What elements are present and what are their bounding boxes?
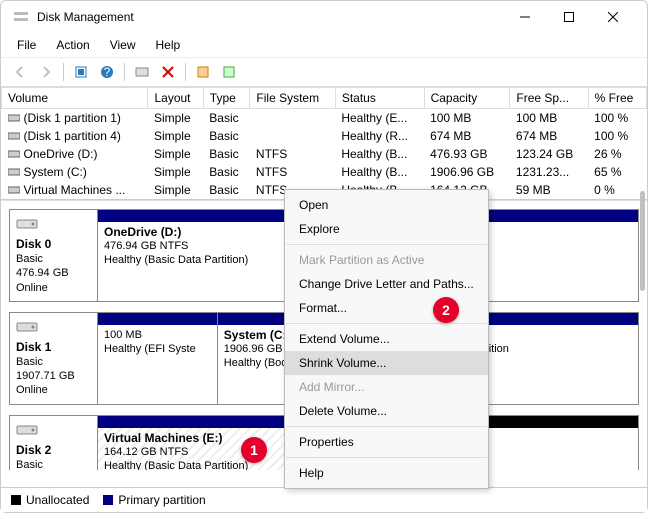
forward-button	[35, 61, 57, 83]
menu-file[interactable]: File	[9, 35, 44, 55]
close-button[interactable]	[591, 2, 635, 32]
menu-help[interactable]: Help	[148, 35, 189, 55]
legend-unallocated-icon	[11, 495, 21, 505]
action-button[interactable]	[218, 61, 240, 83]
context-menu-item[interactable]: Help	[285, 461, 488, 485]
context-menu-item[interactable]: Open	[285, 193, 488, 217]
annotation-badge: 1	[241, 437, 267, 463]
column-header[interactable]: Free Sp...	[510, 88, 588, 109]
maximize-button[interactable]	[547, 2, 591, 32]
settings-button[interactable]	[131, 61, 153, 83]
context-menu-item[interactable]: Shrink Volume...	[285, 351, 488, 375]
window-title: Disk Management	[37, 10, 503, 24]
context-menu-item[interactable]: Properties	[285, 430, 488, 454]
legend: Unallocated Primary partition	[1, 487, 647, 512]
context-menu-item: Mark Partition as Active	[285, 248, 488, 272]
partition[interactable]: 100 MBHealthy (EFI Syste	[98, 313, 217, 404]
volume-row[interactable]: System (C:)SimpleBasicNTFSHealthy (B...1…	[2, 163, 647, 181]
context-menu: OpenExplore Mark Partition as ActiveChang…	[284, 189, 489, 489]
context-menu-item[interactable]: Explore	[285, 217, 488, 241]
disk-header[interactable]: Disk 2Basic476.94 GBOnline	[10, 416, 98, 470]
minimize-button[interactable]	[503, 2, 547, 32]
context-menu-item: Add Mirror...	[285, 375, 488, 399]
volume-row[interactable]: OneDrive (D:)SimpleBasicNTFSHealthy (B..…	[2, 145, 647, 163]
context-menu-item[interactable]: Change Drive Letter and Paths...	[285, 272, 488, 296]
column-header[interactable]: Type	[203, 88, 250, 109]
column-header[interactable]: % Free	[588, 88, 646, 109]
volume-list: VolumeLayoutTypeFile SystemStatusCapacit…	[1, 87, 647, 200]
back-button	[9, 61, 31, 83]
disk-header[interactable]: Disk 0Basic476.94 GBOnline	[10, 210, 98, 301]
help-button[interactable]: ?	[96, 61, 118, 83]
menu-action[interactable]: Action	[48, 35, 97, 55]
svg-text:?: ?	[104, 65, 111, 79]
app-icon	[13, 9, 29, 25]
scrollbar-thumb[interactable]	[640, 191, 645, 291]
properties-button[interactable]	[192, 61, 214, 83]
column-header[interactable]: Capacity	[424, 88, 510, 109]
refresh-button[interactable]	[70, 61, 92, 83]
context-menu-item[interactable]: Delete Volume...	[285, 399, 488, 423]
column-header[interactable]: Status	[335, 88, 424, 109]
toolbar: ?	[1, 58, 647, 87]
column-header[interactable]: Volume	[2, 88, 148, 109]
legend-primary-icon	[103, 495, 113, 505]
column-header[interactable]: Layout	[148, 88, 203, 109]
context-menu-item[interactable]: Extend Volume...	[285, 327, 488, 351]
delete-button[interactable]	[157, 61, 179, 83]
disk-header[interactable]: Disk 1Basic1907.71 GBOnline	[10, 313, 98, 404]
menu-bar: File Action View Help	[1, 33, 647, 58]
menu-view[interactable]: View	[102, 35, 144, 55]
title-bar: Disk Management	[1, 1, 647, 33]
volume-row[interactable]: (Disk 1 partition 1)SimpleBasicHealthy (…	[2, 109, 647, 128]
annotation-badge: 2	[433, 297, 459, 323]
column-header[interactable]: File System	[250, 88, 335, 109]
volume-row[interactable]: (Disk 1 partition 4)SimpleBasicHealthy (…	[2, 127, 647, 145]
